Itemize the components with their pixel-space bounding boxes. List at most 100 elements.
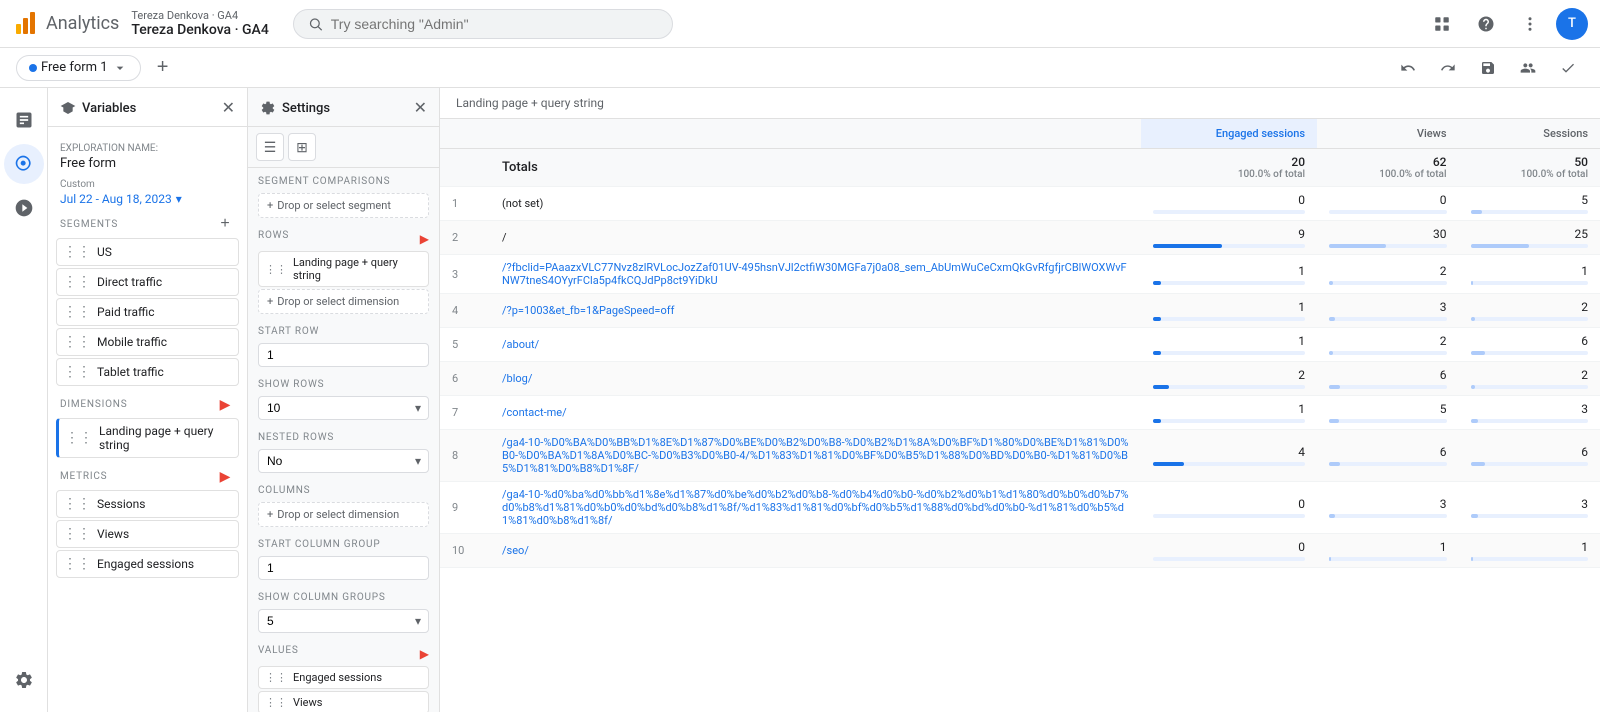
dimension-item[interactable]: ⋮⋮Landing page + query string: [56, 418, 239, 458]
variables-panel-header: Variables ✕: [48, 88, 247, 127]
add-metric-button[interactable]: ▶: [215, 466, 235, 486]
drag-handle-icon: ⋮⋮: [63, 274, 91, 290]
row-num: 7: [440, 396, 490, 430]
table-body: Totals 20 100.0% of total 62 100.0% of t…: [440, 149, 1600, 568]
row-sessions: 6: [1459, 430, 1600, 482]
settings-panel-body: SEGMENT COMPARISONS + Drop or select seg…: [248, 168, 439, 712]
grid-view-button[interactable]: ⊞: [288, 133, 316, 161]
free-form-tab[interactable]: Free form 1: [16, 55, 141, 81]
row-dim: /contact-me/: [490, 396, 1141, 430]
segment-item[interactable]: ⋮⋮US: [56, 238, 239, 266]
help-icon[interactable]: [1468, 6, 1504, 42]
row-num: 3: [440, 255, 490, 294]
share-button[interactable]: [1512, 52, 1544, 84]
segment-item[interactable]: ⋮⋮Tablet traffic: [56, 358, 239, 386]
show-rows-wrapper: 102550: [258, 396, 429, 420]
row-engaged: 1: [1141, 294, 1317, 328]
drag-handle-icon: ⋮⋮: [63, 556, 91, 572]
drop-column-zone[interactable]: + Drop or select dimension: [258, 502, 429, 527]
nav-settings[interactable]: [4, 660, 44, 700]
row-dimension-item[interactable]: ⋮⋮ Landing page + query string: [258, 251, 429, 287]
tab-label: Free form 1: [41, 60, 108, 75]
table-row[interactable]: 8 /ga4-10-%D0%BA%D0%BB%D1%8E%D1%87%D0%BE…: [440, 430, 1600, 482]
show-column-select[interactable]: 51025: [258, 609, 429, 633]
table-row[interactable]: 2 / 9 30 25: [440, 221, 1600, 255]
start-column-label: START COLUMN GROUP: [258, 539, 429, 550]
drop-segment-zone[interactable]: + Drop or select segment: [258, 193, 429, 218]
data-header-row: Landing page + query string: [440, 88, 1600, 119]
status-icon[interactable]: [1552, 52, 1584, 84]
search-input[interactable]: [331, 16, 658, 32]
table-row[interactable]: 7 /contact-me/ 1 5 3: [440, 396, 1600, 430]
start-column-input[interactable]: [258, 556, 429, 580]
undo-button[interactable]: [1392, 52, 1424, 84]
drag-handle-icon: ⋮⋮: [65, 430, 93, 446]
drag-handle-icon: ⋮⋮: [265, 263, 287, 276]
value-item[interactable]: ⋮⋮Engaged sessions: [258, 666, 429, 689]
settings-toolbar: ☰ ⊞: [248, 127, 439, 168]
table-row[interactable]: 4 /?p=1003&et_fb=1&PageSpeed=off 1 3 2: [440, 294, 1600, 328]
row-dim: /ga4-10-%D0%BA%D0%BB%D1%8E%D1%87%D0%BE%D…: [490, 430, 1141, 482]
topbar: Analytics Tereza Denkova · GA4 Tereza De…: [0, 0, 1600, 48]
drop-dimension-zone[interactable]: + Drop or select dimension: [258, 289, 429, 314]
table-row[interactable]: 9 /ga4-10-%d0%ba%d0%bb%d1%8e%d1%87%d0%be…: [440, 482, 1600, 534]
tab-indicator: [29, 64, 37, 72]
metric-item[interactable]: ⋮⋮Views: [56, 520, 239, 548]
row-dim: /seo/: [490, 534, 1141, 568]
redo-button[interactable]: [1432, 52, 1464, 84]
add-tab-button[interactable]: +: [149, 54, 177, 82]
more-vert-icon[interactable]: [1512, 6, 1548, 42]
settings-icon: [260, 100, 276, 116]
row-engaged: 1: [1141, 328, 1317, 362]
analytics-logo-icon: [12, 10, 40, 38]
metrics-section-row: METRICS ▶: [60, 466, 235, 486]
show-rows-label: SHOW ROWS: [258, 379, 429, 390]
save-button[interactable]: [1472, 52, 1504, 84]
dimensions-label: DIMENSIONS: [60, 399, 127, 410]
list-view-button[interactable]: ☰: [256, 133, 284, 161]
row-engaged: 0: [1141, 534, 1317, 568]
search-box[interactable]: [293, 9, 673, 39]
rows-label: ROWS: [258, 230, 289, 241]
row-engaged: 4: [1141, 430, 1317, 482]
segment-item[interactable]: ⋮⋮Paid traffic: [56, 298, 239, 326]
table-row[interactable]: 10 /seo/ 0 1 1: [440, 534, 1600, 568]
segment-item[interactable]: ⋮⋮Mobile traffic: [56, 328, 239, 356]
add-dimension-button[interactable]: ▶: [215, 394, 235, 414]
drag-handle-icon: ⋮⋮: [63, 244, 91, 260]
start-row-label: START ROW: [258, 326, 429, 337]
row-engaged: 9: [1141, 221, 1317, 255]
values-list: ⋮⋮Engaged sessions⋮⋮Views⋮⋮Sessions: [258, 666, 429, 712]
start-row-input[interactable]: [258, 343, 429, 367]
row-num: 8: [440, 430, 490, 482]
nav-advertising[interactable]: [4, 188, 44, 228]
row-engaged: 0: [1141, 187, 1317, 221]
add-segment-button[interactable]: +: [215, 214, 235, 234]
row-sessions: 2: [1459, 362, 1600, 396]
table-row[interactable]: 6 /blog/ 2 6 2: [440, 362, 1600, 396]
nav-explore[interactable]: [4, 144, 44, 184]
settings-close-button[interactable]: ✕: [414, 98, 427, 118]
value-item[interactable]: ⋮⋮Views: [258, 691, 429, 712]
nested-rows-select[interactable]: NoYes: [258, 449, 429, 473]
dimension-header-label: Landing page + query string: [456, 96, 604, 110]
metric-item[interactable]: ⋮⋮Engaged sessions: [56, 550, 239, 578]
variables-close-button[interactable]: ✕: [222, 98, 235, 118]
row-num: 4: [440, 294, 490, 328]
totals-engaged: 20 100.0% of total: [1141, 149, 1317, 187]
row-engaged: 1: [1141, 255, 1317, 294]
table-row[interactable]: 3 /?fbclid=PAaazxVLC77Nvz8zlRVLocJozZaf0…: [440, 255, 1600, 294]
metric-item[interactable]: ⋮⋮Sessions: [56, 490, 239, 518]
row-dim: /?fbclid=PAaazxVLC77Nvz8zlRVLocJozZaf01U…: [490, 255, 1141, 294]
apps-icon[interactable]: [1424, 6, 1460, 42]
show-rows-select[interactable]: 102550: [258, 396, 429, 420]
table-row[interactable]: 5 /about/ 1 2 6: [440, 328, 1600, 362]
variables-icon: [60, 100, 76, 116]
segment-item[interactable]: ⋮⋮Direct traffic: [56, 268, 239, 296]
nav-reports[interactable]: [4, 100, 44, 140]
variables-title: Variables: [82, 101, 136, 116]
avatar[interactable]: T: [1556, 8, 1588, 40]
table-row[interactable]: 1 (not set) 0 0 5: [440, 187, 1600, 221]
metrics-label: METRICS: [60, 471, 107, 482]
date-value[interactable]: Jul 22 - Aug 18, 2023 ▾: [60, 192, 235, 206]
